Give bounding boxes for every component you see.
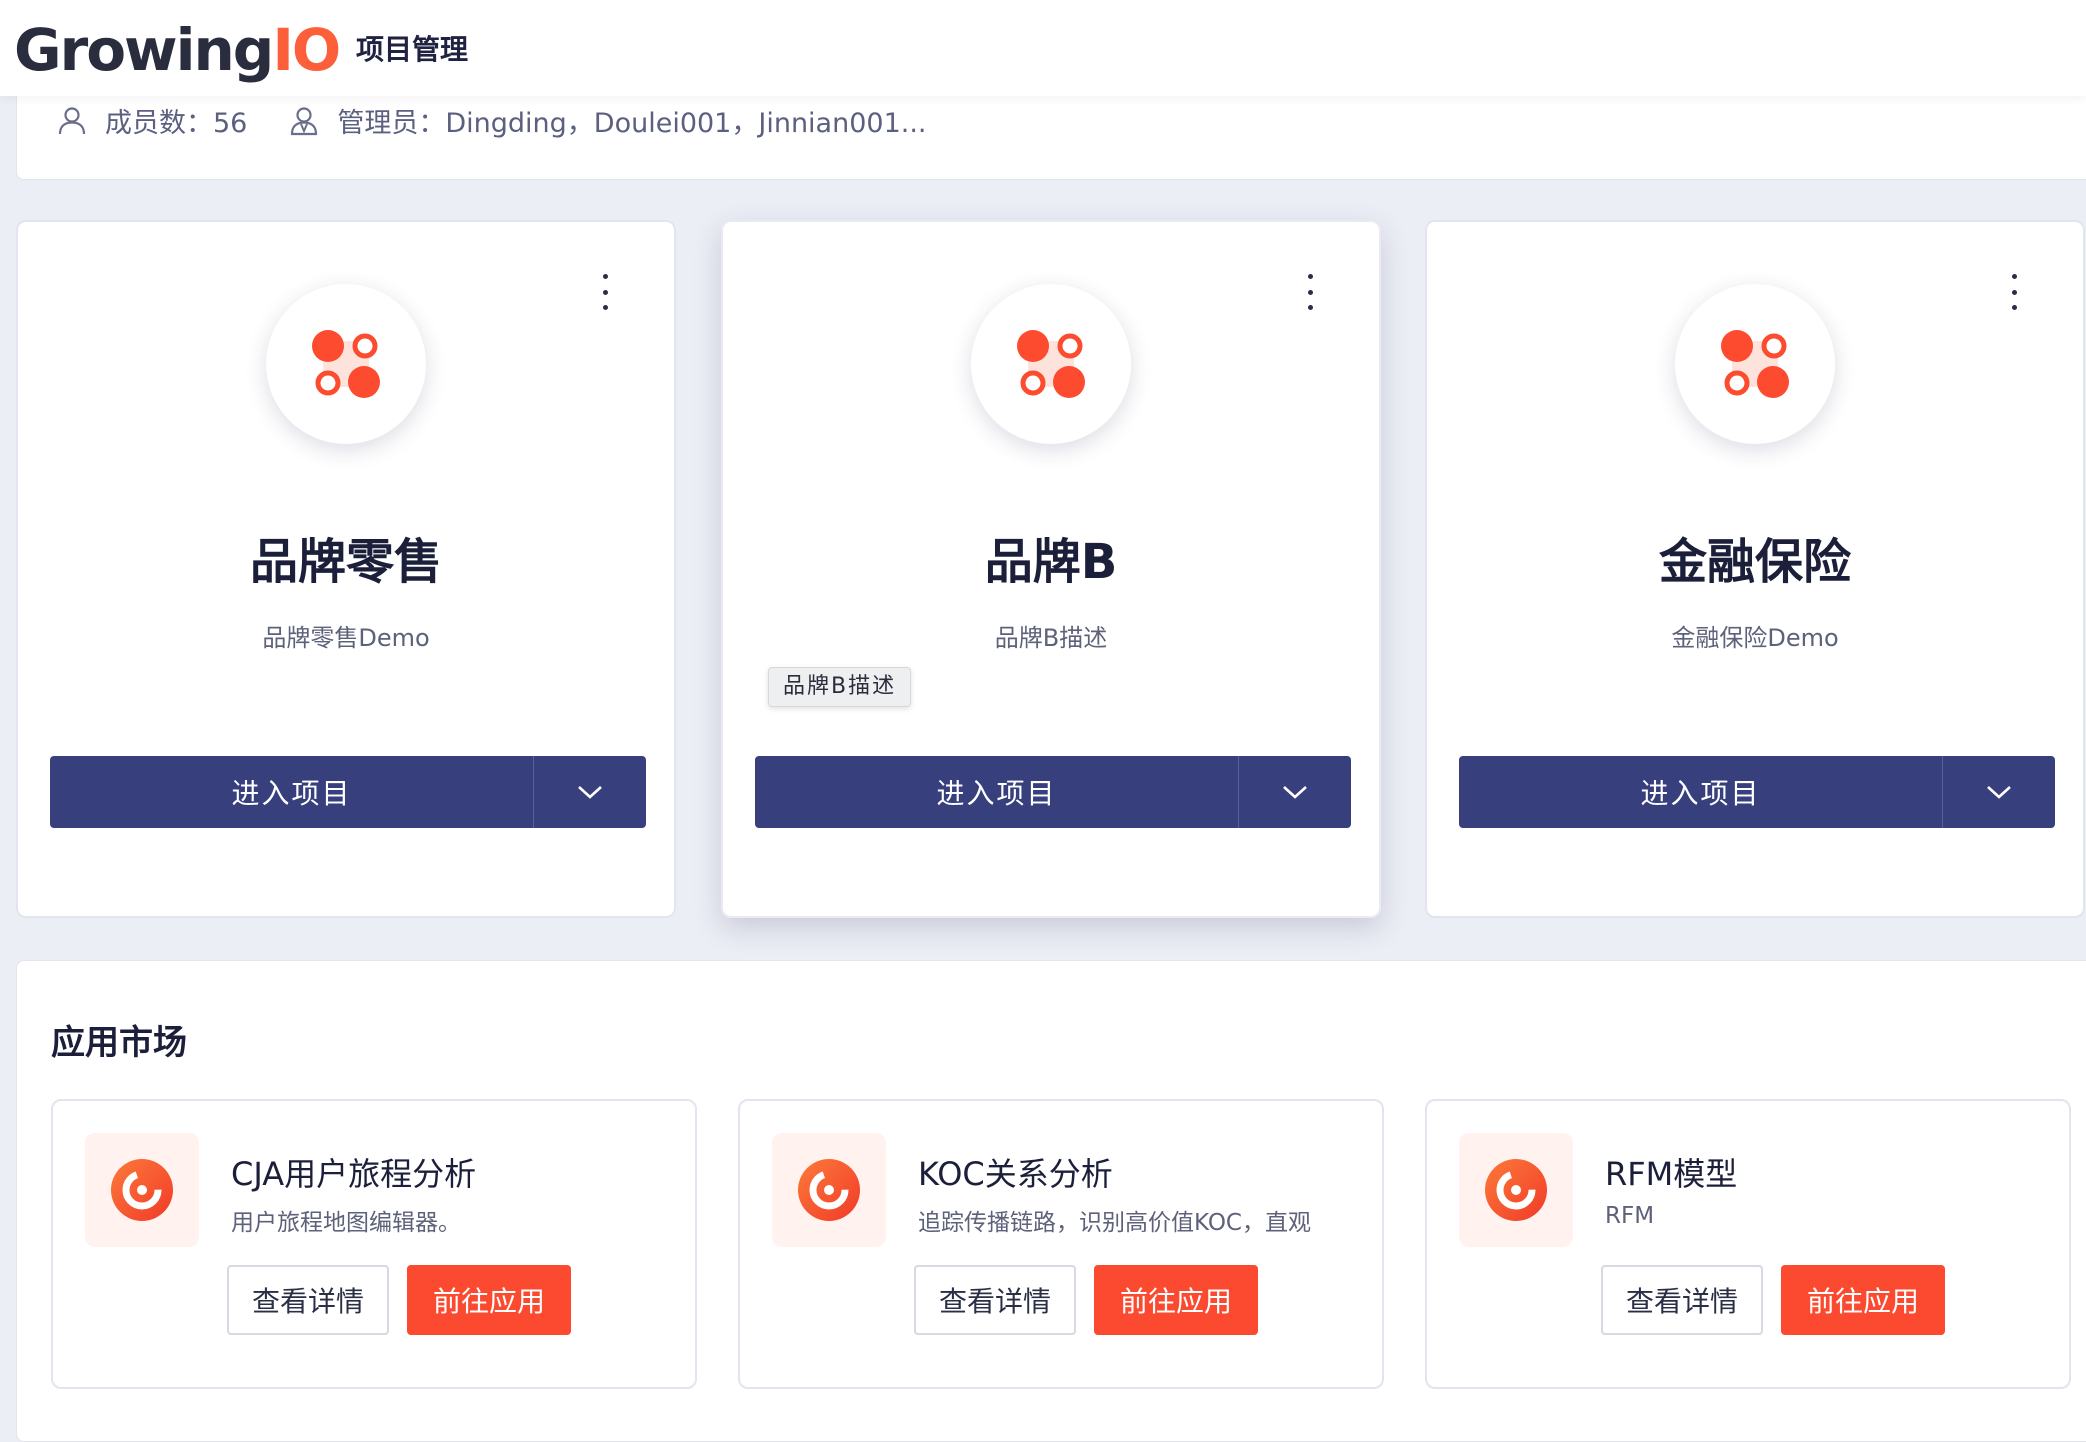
app-description: 追踪传播链路，识别高价值KOC，直观: [918, 1210, 1311, 1236]
app-card[interactable]: CJA用户旅程分析 用户旅程地图编辑器。 查看详情 前往应用: [51, 1099, 697, 1389]
enter-project-button[interactable]: 进入项目: [1459, 756, 1943, 828]
go-to-app-button[interactable]: 前往应用: [407, 1265, 571, 1335]
description-tooltip: 品牌B描述: [768, 667, 912, 707]
nav-project-management[interactable]: 项目管理: [356, 28, 468, 68]
view-details-button[interactable]: 查看详情: [1601, 1265, 1763, 1335]
app-market-title: 应用市场: [51, 1023, 187, 1063]
view-details-button[interactable]: 查看详情: [914, 1265, 1076, 1335]
go-to-app-button[interactable]: 前往应用: [1781, 1265, 1945, 1335]
go-to-app-button[interactable]: 前往应用: [1094, 1265, 1258, 1335]
project-avatar: [1675, 284, 1835, 444]
admin-icon: [291, 106, 318, 135]
enter-project-dropdown[interactable]: [1239, 756, 1351, 828]
growingio-logo[interactable]: Growing IO: [14, 10, 341, 90]
project-description: 品牌零售Demo: [262, 624, 430, 652]
app-icon-container: [85, 1133, 199, 1247]
info-row: 成员数：56 管理员：Dingding，Doulei001，Jinnian001…: [57, 101, 927, 140]
app-title: RFM模型: [1605, 1155, 1738, 1193]
logo-text: Growing: [14, 16, 274, 84]
app-title: CJA用户旅程分析: [231, 1155, 477, 1193]
app-icon-container: [772, 1133, 886, 1247]
app-card[interactable]: RFM模型 RFM 查看详情 前往应用: [1425, 1099, 2071, 1389]
enter-project-button-group: 进入项目: [755, 756, 1351, 828]
admin-list: 管理员：Dingding，Doulei001，Jinnian001...: [337, 108, 927, 139]
app-card[interactable]: KOC关系分析 追踪传播链路，识别高价值KOC，直观 查看详情 前往应用: [738, 1099, 1384, 1389]
enter-project-dropdown[interactable]: [534, 756, 646, 828]
member-count: 成员数：56: [105, 108, 248, 139]
chevron-down-icon: [578, 786, 602, 799]
enter-project-button[interactable]: 进入项目: [50, 756, 534, 828]
app-description: 用户旅程地图编辑器。: [231, 1210, 461, 1236]
project-dots-icon: [1721, 330, 1789, 398]
app-description: RFM: [1605, 1203, 1655, 1229]
logo-accent-text: IO: [272, 16, 341, 84]
top-bar: Growing IO 项目管理: [0, 0, 2086, 96]
project-card[interactable]: 品牌B 品牌B描述 进入项目: [721, 220, 1381, 918]
project-dots-icon: [1017, 330, 1085, 398]
more-options-icon[interactable]: [1999, 274, 2029, 310]
project-name: 品牌零售: [249, 534, 442, 590]
enter-project-button-group: 进入项目: [1459, 756, 2055, 828]
chevron-down-icon: [1283, 786, 1307, 799]
project-card[interactable]: 金融保险 金融保险Demo 进入项目: [1425, 220, 2085, 918]
enter-project-button[interactable]: 进入项目: [755, 756, 1239, 828]
enter-project-dropdown[interactable]: [1943, 756, 2055, 828]
app-logo-icon: [111, 1159, 173, 1221]
project-description: 金融保险Demo: [1671, 624, 1839, 652]
chevron-down-icon: [1987, 786, 2011, 799]
app-logo-icon: [798, 1159, 860, 1221]
more-options-icon[interactable]: [590, 274, 620, 310]
app-market-section: 应用市场 CJA用户旅程分析 用户旅程地图编辑器。 查看详情 前往应用 KOC关…: [16, 960, 2086, 1442]
app-icon-container: [1459, 1133, 1573, 1247]
more-options-icon[interactable]: [1295, 274, 1325, 310]
app-logo-icon: [1485, 1159, 1547, 1221]
project-name: 品牌B: [984, 534, 1118, 590]
app-title: KOC关系分析: [918, 1155, 1113, 1193]
project-description: 品牌B描述: [994, 624, 1108, 652]
project-card[interactable]: 品牌零售 品牌零售Demo 进入项目: [16, 220, 676, 918]
project-avatar: [971, 284, 1131, 444]
project-name: 金融保险: [1658, 534, 1851, 590]
project-avatar: [266, 284, 426, 444]
enter-project-button-group: 进入项目: [50, 756, 646, 828]
view-details-button[interactable]: 查看详情: [227, 1265, 389, 1335]
user-icon: [58, 106, 86, 134]
project-dots-icon: [312, 330, 380, 398]
